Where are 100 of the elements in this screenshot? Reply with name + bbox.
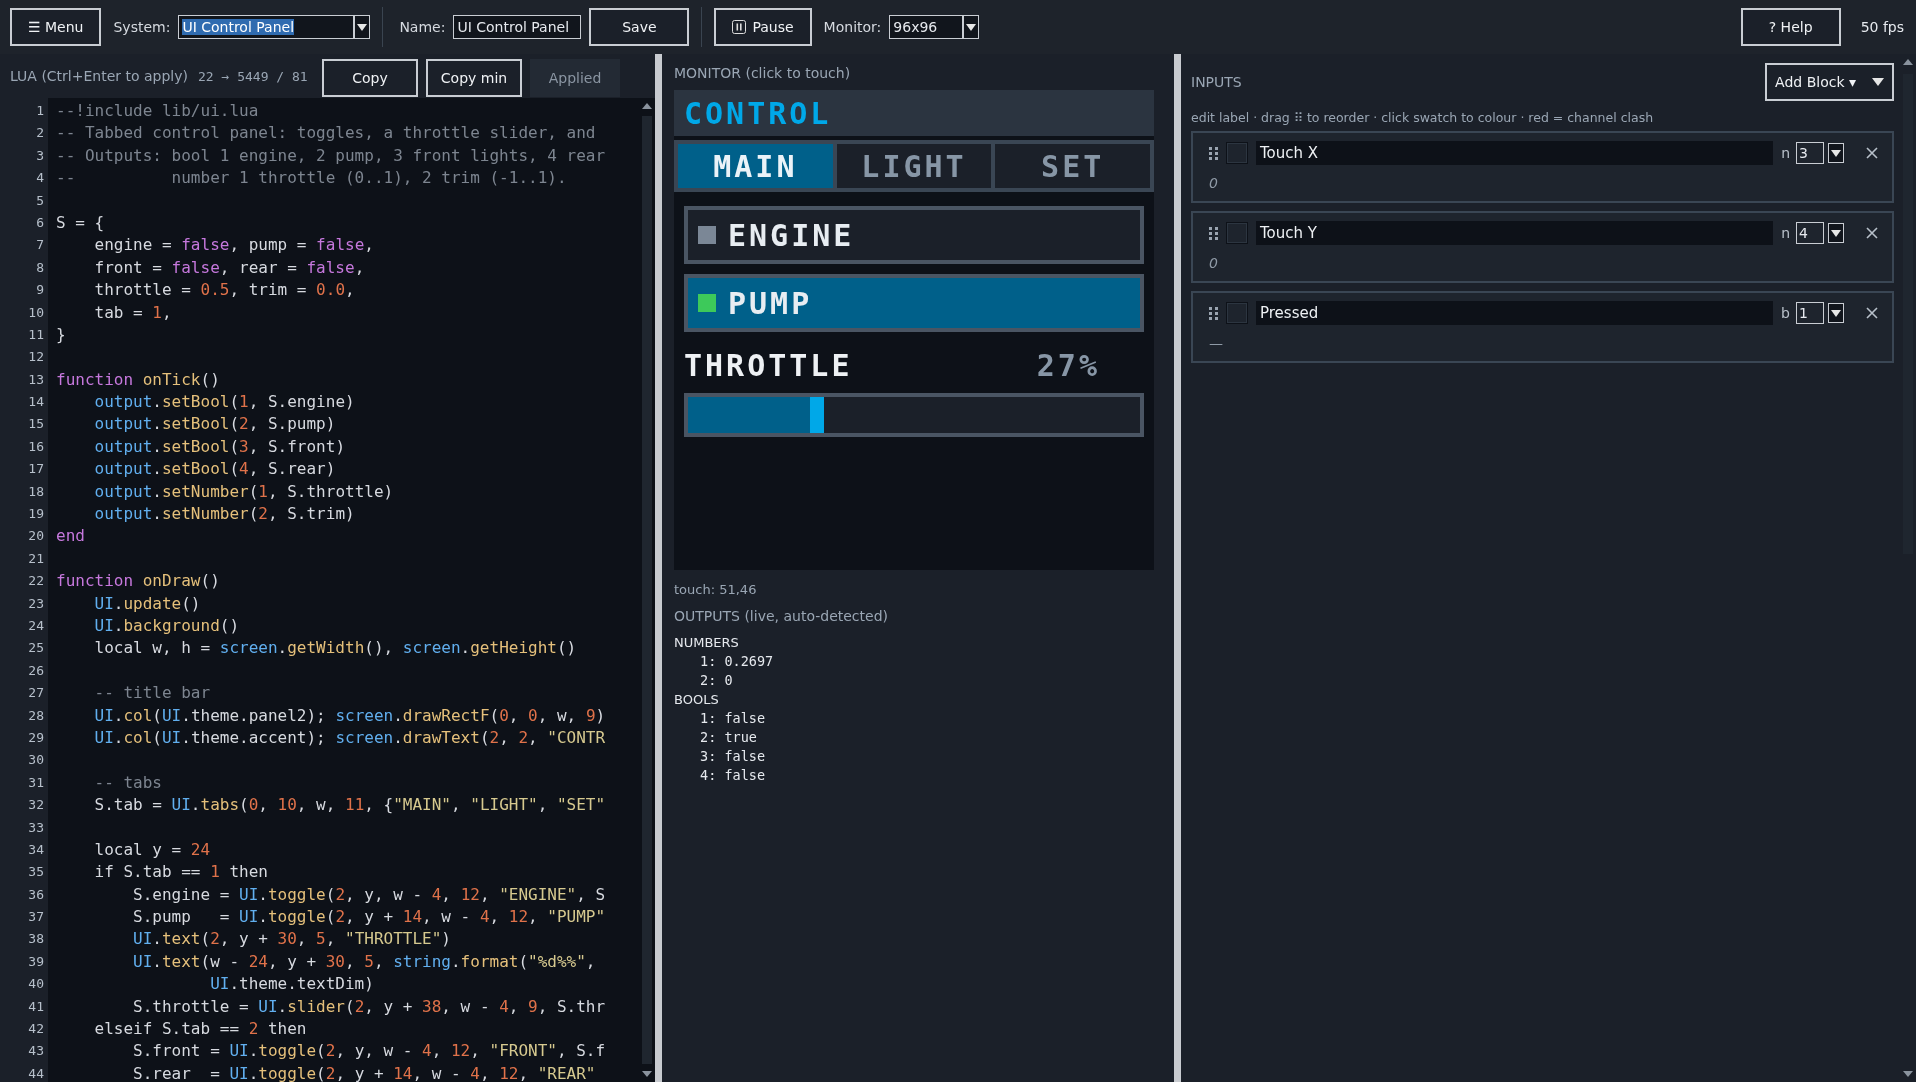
- output-value: 2: true: [699, 728, 758, 747]
- scroll-up-icon[interactable]: [1902, 58, 1914, 66]
- system-select[interactable]: UI Control Panel: [178, 15, 355, 39]
- label-field[interactable]: Pressed: [1256, 301, 1774, 325]
- help-button[interactable]: ? Help: [1740, 8, 1841, 46]
- screen-tab[interactable]: SET: [995, 144, 1150, 188]
- code-line: UI.col(UI.theme.panel2); screen.drawRectF(0, 0, w, 9): [93, 705, 606, 725]
- line-number: 10: [28, 304, 44, 320]
- line-number: 18: [28, 483, 44, 499]
- monitor-select[interactable]: 96x96: [889, 15, 964, 39]
- code-line: S.rear = UI.toggle(2, y + 14, w - 4, 12, "REAR": [132, 1063, 596, 1082]
- dropdown-button[interactable]: [1828, 143, 1844, 163]
- close-icon[interactable]: [1866, 307, 1878, 319]
- pause-button[interactable]: Pause: [714, 8, 812, 46]
- channel-select[interactable]: 4: [1796, 222, 1824, 244]
- code-line: S.pump = UI.toggle(2, y + 14, w - 4, 12, "PUMP": [132, 907, 606, 927]
- label-field[interactable]: Touch Y: [1256, 221, 1774, 245]
- drag-handle-icon[interactable]: [1209, 306, 1218, 320]
- inputs-title: INPUTS: [1191, 74, 1242, 90]
- indicator-icon: [698, 226, 716, 244]
- throttle-slider[interactable]: [684, 393, 1144, 437]
- save-button[interactable]: Save: [589, 8, 690, 46]
- code-line: }: [56, 324, 66, 344]
- line-number: 4: [36, 170, 44, 186]
- code-line: -- Tabbed control panel: toggles, a throttle slider, and: [56, 123, 596, 143]
- dropdown-button[interactable]: [1828, 303, 1844, 323]
- line-number: 25: [28, 640, 44, 656]
- line-number: 32: [28, 797, 44, 813]
- block-value: —: [1209, 335, 1224, 353]
- code-line: output.setBool(3, S.front): [93, 436, 345, 456]
- caret-icon: [966, 23, 977, 31]
- line-number: 15: [28, 416, 44, 432]
- line-number: 35: [28, 864, 44, 880]
- screen-tab[interactable]: MAIN: [678, 144, 833, 188]
- line-number: 34: [28, 841, 44, 857]
- code-line: tab = 1,: [93, 302, 172, 322]
- scrollbar[interactable]: [639, 98, 655, 1082]
- code-line: if S.tab == 1 then: [93, 862, 268, 882]
- line-number: 23: [28, 595, 44, 611]
- line-number: 12: [28, 349, 44, 365]
- monitor-label: Monitor:: [823, 19, 882, 35]
- dropdown-button[interactable]: [1828, 223, 1844, 243]
- code-line: output.setBool(2, S.pump): [93, 414, 336, 434]
- dropdown-button[interactable]: [963, 15, 980, 39]
- code-line: output.setBool(1, S.engine): [93, 392, 355, 412]
- line-number: 19: [28, 506, 44, 522]
- color-swatch[interactable]: [1226, 302, 1248, 324]
- code-line: UI.text(w - 24, y + 30, 5, string.format("%d%%",: [132, 951, 596, 971]
- caret-icon: [1872, 78, 1884, 86]
- indicator-icon: [698, 294, 716, 312]
- block-value: 0: [1209, 255, 1219, 273]
- line-number: 17: [28, 461, 44, 477]
- monitor-screen[interactable]: CONTROL MAIN LIGHT SET ENGINE PUMP THROTTLE 27%: [674, 90, 1154, 570]
- fps-counter: 50 fps: [1860, 19, 1904, 35]
- copy-button[interactable]: Copy min: [426, 59, 522, 97]
- color-swatch[interactable]: [1226, 222, 1248, 244]
- line-number: 31: [28, 774, 44, 790]
- close-icon[interactable]: [1866, 227, 1878, 239]
- code-line: S.engine = UI.toggle(2, y, w - 4, 12, "ENGINE", S: [132, 884, 606, 904]
- drag-handle-icon[interactable]: [1209, 226, 1218, 240]
- channel-select[interactable]: 1: [1796, 302, 1824, 324]
- code-line: engine = false, pump = false,: [93, 235, 374, 255]
- drag-handle-icon[interactable]: [1209, 146, 1218, 160]
- channel-select[interactable]: 3: [1796, 142, 1824, 164]
- line-number: 42: [28, 1021, 44, 1036]
- line-number: 36: [28, 886, 44, 902]
- line-number: 8: [36, 259, 44, 275]
- code-line: function onTick(): [56, 369, 220, 389]
- scroll-up-icon[interactable]: [641, 102, 653, 110]
- output-value: 1: 0.2697: [699, 652, 775, 671]
- throttle-label: THROTTLE: [684, 348, 853, 383]
- dropdown-button[interactable]: [354, 15, 371, 39]
- output-value: 2: 0: [699, 671, 734, 690]
- toggle-button[interactable]: PUMP: [684, 274, 1144, 332]
- scroll-down-icon[interactable]: [1902, 1070, 1914, 1078]
- name-field[interactable]: UI Control Panel: [453, 15, 582, 39]
- line-number: 14: [28, 394, 44, 410]
- line-number: 29: [28, 729, 44, 745]
- toggle-button[interactable]: ENGINE: [684, 206, 1144, 264]
- copy-button[interactable]: Copy: [322, 59, 418, 97]
- type-letter: b: [1781, 305, 1790, 321]
- label-field[interactable]: Touch X: [1256, 141, 1774, 165]
- screen-tab[interactable]: LIGHT: [836, 144, 992, 188]
- code-line: S = {: [56, 212, 105, 232]
- output-group-label: NUMBERS: [674, 634, 740, 652]
- code-line: output.setNumber(2, S.trim): [93, 504, 355, 524]
- scroll-down-icon[interactable]: [641, 1070, 653, 1078]
- line-number: 24: [28, 618, 44, 633]
- slider-thumb[interactable]: [810, 397, 825, 433]
- code-line: S.tab = UI.tabs(0, 10, w, 11, {"MAIN", "LIGHT", "SET": [93, 795, 606, 815]
- type-letter: n: [1781, 225, 1790, 241]
- add-block-button[interactable]: Add Block ▾: [1765, 63, 1894, 101]
- menu-button[interactable]: ☰ Menu: [10, 8, 102, 46]
- line-number: 43: [28, 1043, 44, 1059]
- close-icon[interactable]: [1866, 147, 1878, 159]
- line-number: 6: [36, 214, 44, 230]
- output-value: 1: false: [699, 709, 767, 728]
- color-swatch[interactable]: [1226, 142, 1248, 164]
- line-number: 2: [36, 125, 44, 141]
- line-number: 21: [28, 550, 44, 566]
